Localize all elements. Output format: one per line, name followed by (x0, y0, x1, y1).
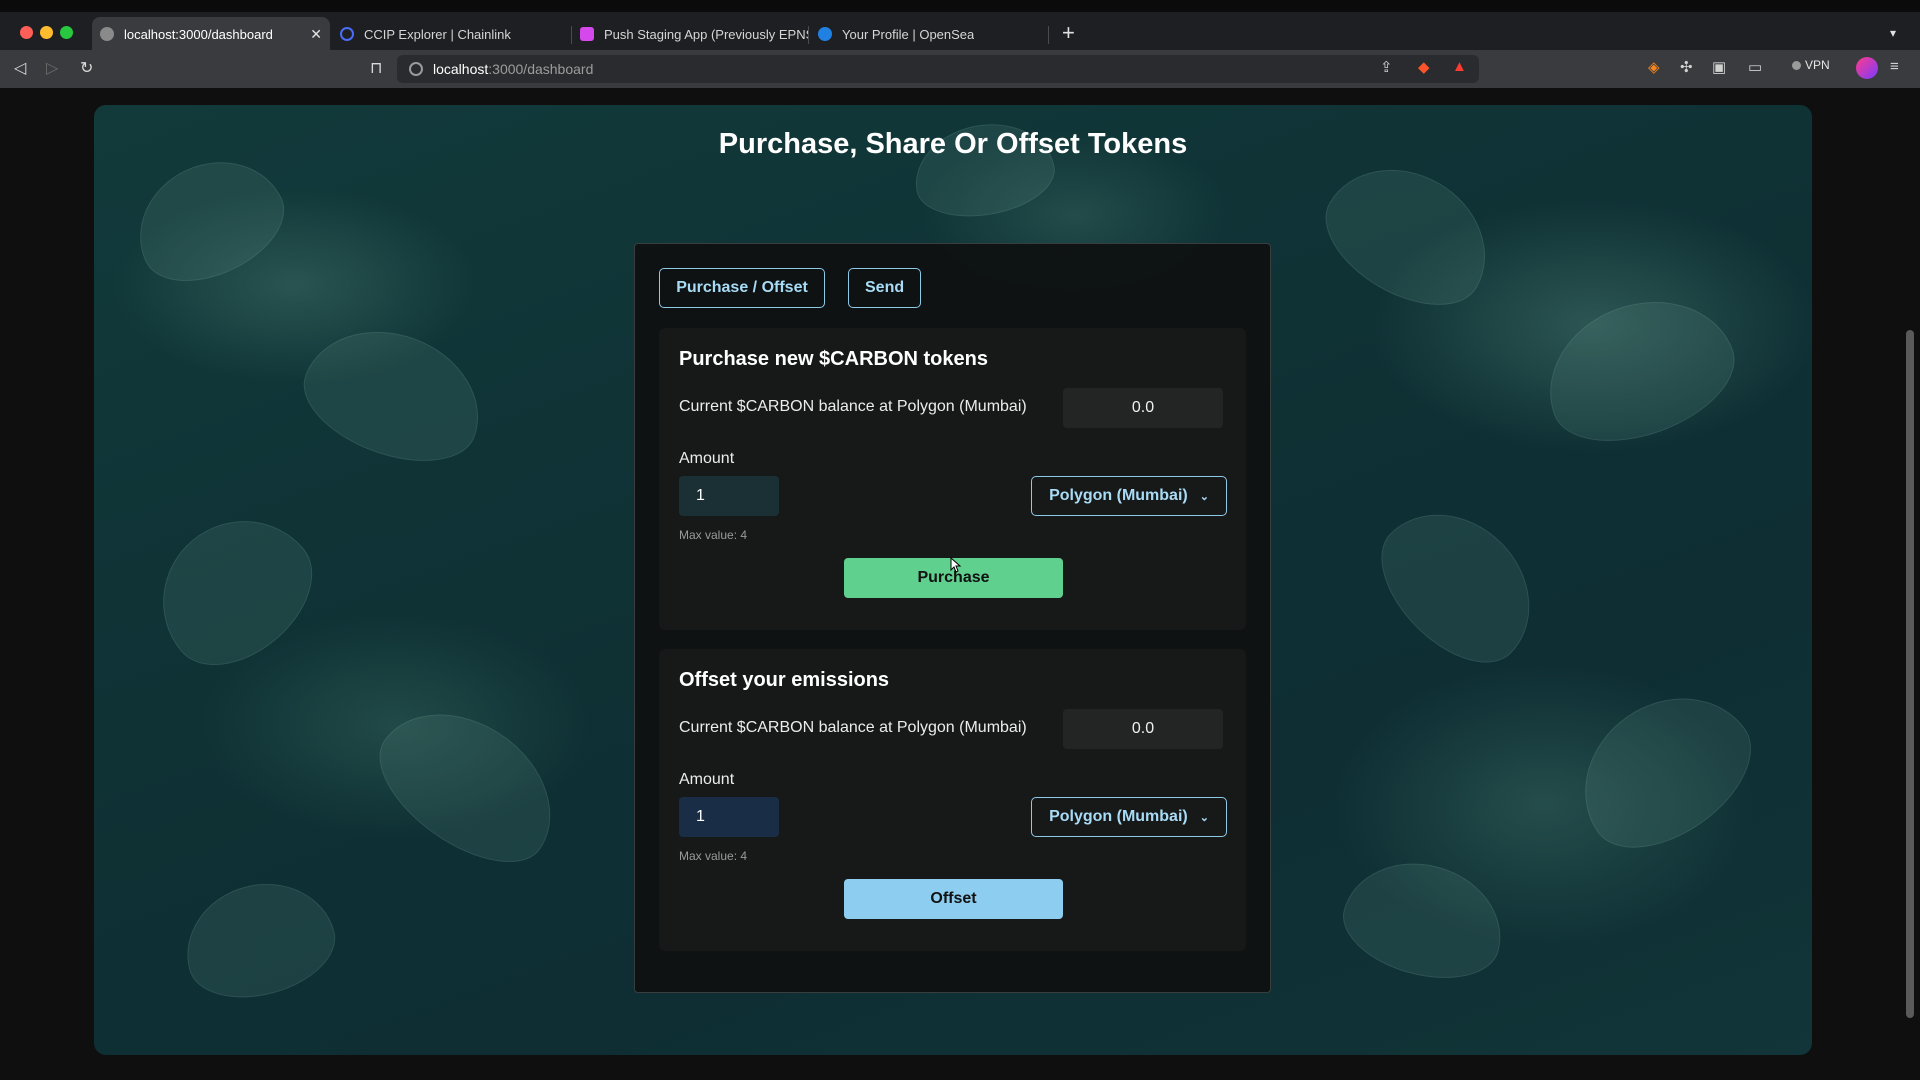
token-card: Purchase / Offset Send Purchase new $CAR… (634, 243, 1271, 993)
offset-amount-label: Amount (679, 771, 735, 788)
background-leaf (1527, 276, 1751, 464)
offset-panel: Offset your emissions Current $CARBON ba… (659, 649, 1246, 951)
close-icon[interactable]: ✕ (310, 26, 322, 43)
offset-button[interactable]: Offset (844, 879, 1063, 919)
sidebar-icon[interactable]: ▣ (1712, 58, 1726, 76)
menu-icon[interactable]: ≡ (1890, 58, 1899, 75)
brave-shields-icon[interactable]: ◆ (1418, 58, 1430, 76)
site-info-icon[interactable] (409, 62, 423, 76)
tab-label: localhost:3000/dashboard (124, 26, 273, 42)
close-window-button[interactable] (20, 26, 33, 39)
hero-section: Purchase, Share Or Offset Tokens Purchas… (94, 105, 1812, 1055)
bookmark-icon[interactable]: ⊓ (370, 58, 382, 78)
reload-icon[interactable]: ↻ (80, 58, 93, 78)
offset-network-label: Polygon (Mumbai) (1049, 808, 1188, 825)
tab-separator (808, 26, 809, 44)
background-leaf (1356, 482, 1562, 688)
profile-avatar[interactable] (1856, 57, 1878, 79)
tab-push-staging[interactable]: Push Staging App (Previously EPNS (572, 17, 808, 51)
offset-balance-value: 0.0 (1063, 709, 1223, 749)
background-leaf (1332, 846, 1516, 994)
tab-dashboard[interactable]: localhost:3000/dashboard ✕ (92, 17, 330, 51)
purchase-amount-label: Amount (679, 450, 735, 467)
new-tab-plus-icon[interactable]: + (1062, 22, 1075, 44)
extensions-icon[interactable]: ✣ (1680, 58, 1693, 76)
background-leaf (356, 681, 582, 889)
window-top-strip (0, 0, 1920, 12)
purchase-network-select[interactable]: Polygon (Mumbai) ⌄ (1031, 476, 1227, 516)
background-leaf (1552, 665, 1776, 875)
vpn-button[interactable]: VPN (1792, 58, 1830, 72)
purchase-max-value: Max value: 4 (679, 528, 748, 542)
tab-separator (1048, 26, 1049, 44)
purchase-balance-label: Current $CARBON balance at Polygon (Mumb… (679, 398, 1027, 415)
offset-max-value: Max value: 4 (679, 849, 748, 863)
offset-network-select[interactable]: Polygon (Mumbai) ⌄ (1031, 797, 1227, 837)
url-path: :3000/dashboard (488, 61, 594, 77)
chevron-down-icon: ⌄ (1199, 490, 1209, 503)
forward-icon[interactable]: ▷ (46, 58, 58, 78)
address-bar[interactable]: localhost:3000/dashboard (397, 55, 1479, 83)
maximize-window-button[interactable] (60, 26, 73, 39)
purchase-heading: Purchase new $CARBON tokens (679, 348, 988, 370)
mouse-pointer-icon (950, 557, 962, 573)
background-leaf (130, 488, 338, 692)
vpn-label: VPN (1805, 58, 1830, 72)
url-host: localhost (433, 61, 489, 77)
offset-amount-input[interactable] (679, 797, 779, 837)
opensea-icon (818, 27, 832, 41)
tab-label: Your Profile | OpenSea (842, 26, 975, 42)
purchase-panel: Purchase new $CARBON tokens Current $CAR… (659, 328, 1246, 630)
background-leaf (172, 867, 346, 1013)
chevron-down-icon: ⌄ (1199, 811, 1209, 824)
background-leaf (1305, 140, 1513, 330)
offset-balance-label: Current $CARBON balance at Polygon (Mumb… (679, 719, 1027, 736)
offset-heading: Offset your emissions (679, 669, 890, 691)
tab-send[interactable]: Send (848, 268, 921, 308)
purchase-balance-value: 0.0 (1063, 388, 1223, 428)
metamask-icon[interactable]: ◈ (1648, 58, 1660, 76)
chainlink-icon (340, 27, 354, 41)
share-icon[interactable]: ⇪ (1380, 58, 1393, 76)
back-icon[interactable]: ◁ (14, 58, 26, 78)
minimize-window-button[interactable] (40, 26, 53, 39)
brave-rewards-icon[interactable]: ▲ (1452, 58, 1467, 75)
purchase-amount-input[interactable] (679, 476, 779, 516)
page-title: Purchase, Share Or Offset Tokens (718, 128, 1188, 160)
globe-icon (100, 27, 114, 41)
tab-ccip-explorer[interactable]: CCIP Explorer | Chainlink (332, 17, 570, 51)
tab-opensea[interactable]: Your Profile | OpenSea (810, 17, 1048, 51)
page-scrollbar[interactable] (1906, 330, 1914, 1018)
tab-label: CCIP Explorer | Chainlink (364, 26, 511, 42)
background-leaf (117, 138, 301, 302)
chevron-down-icon[interactable]: ▾ (1890, 26, 1896, 40)
vpn-status-icon (1792, 60, 1801, 70)
background-leaf (288, 307, 500, 483)
tab-label: Push Staging App (Previously EPNS (604, 26, 808, 42)
tab-purchase-offset[interactable]: Purchase / Offset (659, 268, 825, 308)
push-icon (580, 27, 594, 41)
purchase-network-label: Polygon (Mumbai) (1049, 487, 1188, 504)
wallet-icon[interactable]: ▭ (1748, 58, 1762, 76)
